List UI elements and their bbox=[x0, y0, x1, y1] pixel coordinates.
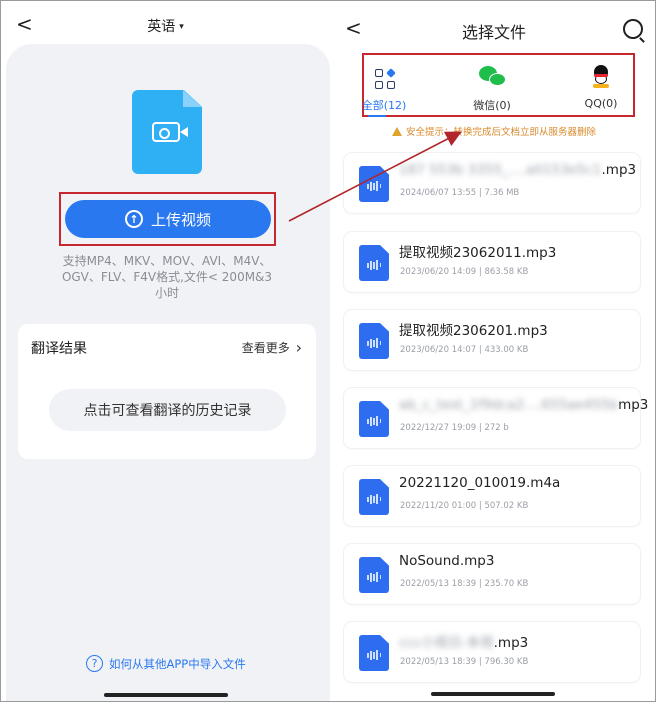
file-meta: 2022/11/20 01:00 | 507.02 KB bbox=[400, 501, 529, 511]
file-name: ccc小视日-本视.mp3 bbox=[399, 631, 528, 651]
results-title: 翻译结果 bbox=[31, 341, 87, 357]
question-icon: ? bbox=[86, 655, 103, 672]
file-item[interactable]: 187 553b 3355_....a0153e5c1.mp3 2024/06/… bbox=[344, 153, 640, 213]
view-more-label: 查看更多 bbox=[241, 341, 290, 355]
file-extension: mp3 bbox=[618, 397, 649, 413]
file-item[interactable]: 提取视频23062011.mp3 2023/06/20 14:09 | 863.… bbox=[344, 232, 640, 292]
file-name-text: 187 553b 3355_....a0153e5c1 bbox=[399, 162, 602, 178]
file-name: 20221120_010019.m4a bbox=[399, 475, 561, 491]
audio-file-icon bbox=[359, 479, 389, 515]
file-extension: .mp3 bbox=[493, 635, 529, 651]
search-icon[interactable] bbox=[623, 19, 643, 39]
warning-icon bbox=[391, 127, 402, 136]
file-meta: 2024/06/07 13:55 | 7.36 MB bbox=[400, 188, 520, 198]
audio-file-icon bbox=[359, 557, 389, 593]
audio-file-icon bbox=[359, 245, 389, 281]
file-meta: 2022/05/13 18:39 | 235.70 KB bbox=[400, 579, 529, 589]
file-name-text: ab_c_test_1f9dca2....655ae455b bbox=[399, 397, 619, 413]
tab-qq[interactable]: QQ(0) bbox=[571, 65, 631, 110]
tab-all[interactable]: 全部(12) bbox=[354, 65, 414, 117]
file-name: 187 553b 3355_....a0153e5c1.mp3 bbox=[399, 162, 636, 178]
caret-down-icon: ▾ bbox=[179, 22, 184, 32]
file-meta: 2023/06/20 14:07 | 433.00 KB bbox=[400, 345, 529, 355]
audio-file-icon bbox=[359, 166, 389, 202]
security-notice: 安全提示：转换完成后文档立即从服务器删除 bbox=[332, 124, 655, 138]
translation-results-card: 翻译结果 查看更多 › 点击可查看翻译的历史记录 bbox=[18, 324, 316, 459]
import-help-link[interactable]: ? 如何从其他APP中导入文件 bbox=[86, 655, 246, 672]
file-meta: 2022/05/13 18:39 | 796.30 KB bbox=[400, 657, 529, 667]
active-tab-indicator bbox=[368, 115, 386, 117]
upload-button-label: 上传视频 bbox=[150, 210, 211, 229]
file-meta: 2022/12/27 19:09 | 272 b bbox=[400, 423, 509, 433]
video-camera-icon bbox=[152, 122, 188, 142]
language-selector[interactable]: 英语 ▾ bbox=[2, 16, 329, 36]
file-item[interactable]: ab_c_test_1f9dca2....655ae455bmp3 2022/1… bbox=[344, 388, 648, 448]
tab-label: 微信(0) bbox=[473, 99, 511, 112]
wechat-icon bbox=[479, 66, 507, 88]
file-name: ab_c_test_1f9dca2....655ae455bmp3 bbox=[399, 397, 648, 413]
tab-wechat[interactable]: 微信(0) bbox=[462, 65, 522, 113]
upload-video-button[interactable]: ↑ 上传视频 bbox=[65, 200, 271, 238]
file-extension: .mp3 bbox=[601, 162, 637, 178]
tab-label: QQ(0) bbox=[584, 97, 618, 110]
file-name: 提取视频23062011.mp3 bbox=[399, 245, 557, 261]
chevron-right-icon: › bbox=[295, 338, 302, 357]
supported-formats-text: 支持MP4、MKV、MOV、AVI、M4V、OGV、FLV、F4V格式,文件< … bbox=[61, 254, 273, 300]
import-help-label: 如何从其他APP中导入文件 bbox=[109, 656, 246, 671]
file-name: 提取视频2306201.mp3 bbox=[399, 323, 548, 339]
grid-icon bbox=[375, 68, 396, 89]
screenshot-frame: < 英语 ▾ ↑ 上传视频 支持MP4、MKV、MOV、AVI、M4V、OGV、F… bbox=[0, 0, 656, 702]
audio-file-icon bbox=[359, 401, 389, 437]
file-item[interactable]: 提取视频2306201.mp3 2023/06/20 14:07 | 433.0… bbox=[344, 310, 640, 370]
audio-file-icon bbox=[359, 635, 389, 671]
file-item[interactable]: 20221120_010019.m4a 2022/11/20 01:00 | 5… bbox=[344, 466, 640, 526]
home-indicator bbox=[431, 692, 555, 696]
file-name-text: ccc小视日-本视 bbox=[399, 635, 494, 651]
language-label: 英语 bbox=[147, 19, 176, 35]
select-file-screen: < 选择文件 全部(12) 微信(0) QQ(0) 安全提示：转换完成后文档立即… bbox=[332, 2, 655, 701]
upload-arrow-icon: ↑ bbox=[124, 210, 143, 228]
tab-label: 全部(12) bbox=[361, 99, 407, 112]
file-meta: 2023/06/20 14:09 | 863.58 KB bbox=[400, 267, 529, 277]
page-title: 选择文件 bbox=[461, 23, 526, 42]
file-item[interactable]: NoSound.mp3 2022/05/13 18:39 | 235.70 KB bbox=[344, 544, 640, 604]
file-name: NoSound.mp3 bbox=[399, 553, 495, 569]
qq-icon bbox=[592, 65, 610, 89]
home-indicator bbox=[104, 693, 228, 697]
file-item[interactable]: ccc小视日-本视.mp3 2022/05/13 18:39 | 796.30 … bbox=[344, 622, 640, 682]
security-notice-text: 安全提示：转换完成后文档立即从服务器删除 bbox=[405, 127, 596, 138]
translate-video-screen: < 英语 ▾ ↑ 上传视频 支持MP4、MKV、MOV、AVI、M4V、OGV、F… bbox=[2, 2, 330, 701]
video-file-icon bbox=[132, 90, 202, 174]
audio-file-icon bbox=[359, 323, 389, 359]
view-history-button[interactable]: 点击可查看翻译的历史记录 bbox=[49, 389, 286, 431]
view-more-link[interactable]: 查看更多 › bbox=[242, 338, 302, 357]
